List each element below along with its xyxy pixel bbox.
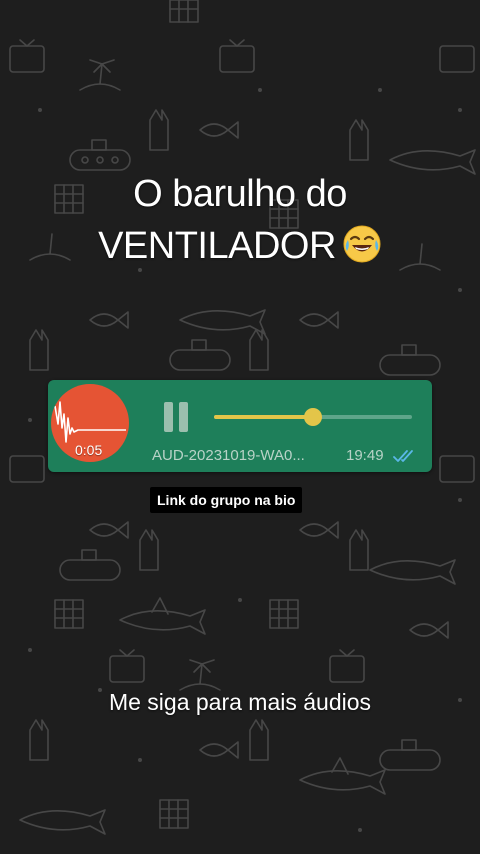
double-check-icon bbox=[393, 450, 413, 462]
tv-icon bbox=[9, 455, 45, 483]
hand-icon bbox=[249, 329, 269, 371]
audio-filename: AUD-20231019-WA0... bbox=[152, 447, 305, 464]
crate-icon bbox=[269, 599, 299, 629]
shark-icon bbox=[179, 309, 266, 335]
fish-icon bbox=[89, 521, 129, 539]
pause-icon-bar bbox=[179, 402, 188, 432]
hand-icon bbox=[29, 719, 49, 761]
pause-icon bbox=[164, 402, 173, 432]
crate-icon bbox=[159, 799, 189, 829]
caption-line-2: VENTILADOR bbox=[0, 220, 480, 272]
tv-icon bbox=[439, 455, 475, 483]
crate-icon bbox=[54, 599, 84, 629]
shark-icon bbox=[299, 757, 386, 795]
crate-icon bbox=[169, 0, 199, 23]
palm-island-icon bbox=[179, 659, 221, 691]
tv-icon bbox=[439, 45, 475, 73]
tv-icon bbox=[9, 39, 45, 73]
face-with-tears-of-joy-icon bbox=[343, 225, 381, 263]
caption-line-2-text: VENTILADOR bbox=[98, 225, 336, 267]
hand-icon bbox=[29, 329, 49, 371]
audio-message-bubble[interactable]: 0:05 AUD-20231019-WA0... 19:49 bbox=[48, 380, 432, 472]
audio-seek-handle[interactable] bbox=[304, 408, 322, 426]
submarine-icon bbox=[69, 139, 131, 171]
link-in-bio-label: Link do grupo na bio bbox=[150, 487, 303, 513]
video-caption-footer: Me siga para mais áudios bbox=[108, 689, 372, 715]
fish-icon bbox=[299, 521, 339, 539]
shark-icon bbox=[119, 597, 206, 635]
submarine-icon bbox=[379, 739, 441, 771]
submarine-icon bbox=[169, 339, 231, 371]
fish-icon bbox=[299, 311, 339, 329]
video-caption-title: O barulho do VENTILADOR bbox=[0, 168, 480, 272]
shark-icon bbox=[369, 559, 456, 585]
hand-icon bbox=[349, 529, 369, 571]
hand-icon bbox=[249, 719, 269, 761]
palm-island-icon bbox=[79, 59, 121, 91]
fish-icon bbox=[199, 121, 239, 139]
tv-icon bbox=[219, 39, 255, 73]
audio-progress-fill bbox=[214, 415, 313, 419]
voice-recording-avatar: 0:05 bbox=[51, 384, 129, 462]
audio-progress-track[interactable] bbox=[214, 408, 412, 426]
tv-icon bbox=[109, 649, 145, 683]
shark-icon bbox=[19, 809, 106, 835]
fish-icon bbox=[89, 311, 129, 329]
submarine-icon bbox=[379, 344, 441, 376]
submarine-icon bbox=[59, 549, 121, 581]
caption-line-1: O barulho do bbox=[133, 173, 347, 215]
video-frame: O barulho do VENTILADOR 0:05 AUD-2023101… bbox=[0, 0, 480, 854]
fish-icon bbox=[199, 741, 239, 759]
pause-button[interactable] bbox=[160, 400, 192, 434]
hand-icon bbox=[139, 529, 159, 571]
fish-icon bbox=[409, 621, 449, 639]
tv-icon bbox=[329, 649, 365, 683]
hand-icon bbox=[149, 109, 169, 151]
hand-icon bbox=[349, 119, 369, 161]
message-timestamp: 19:49 bbox=[346, 447, 384, 464]
audio-duration: 0:05 bbox=[75, 442, 103, 458]
